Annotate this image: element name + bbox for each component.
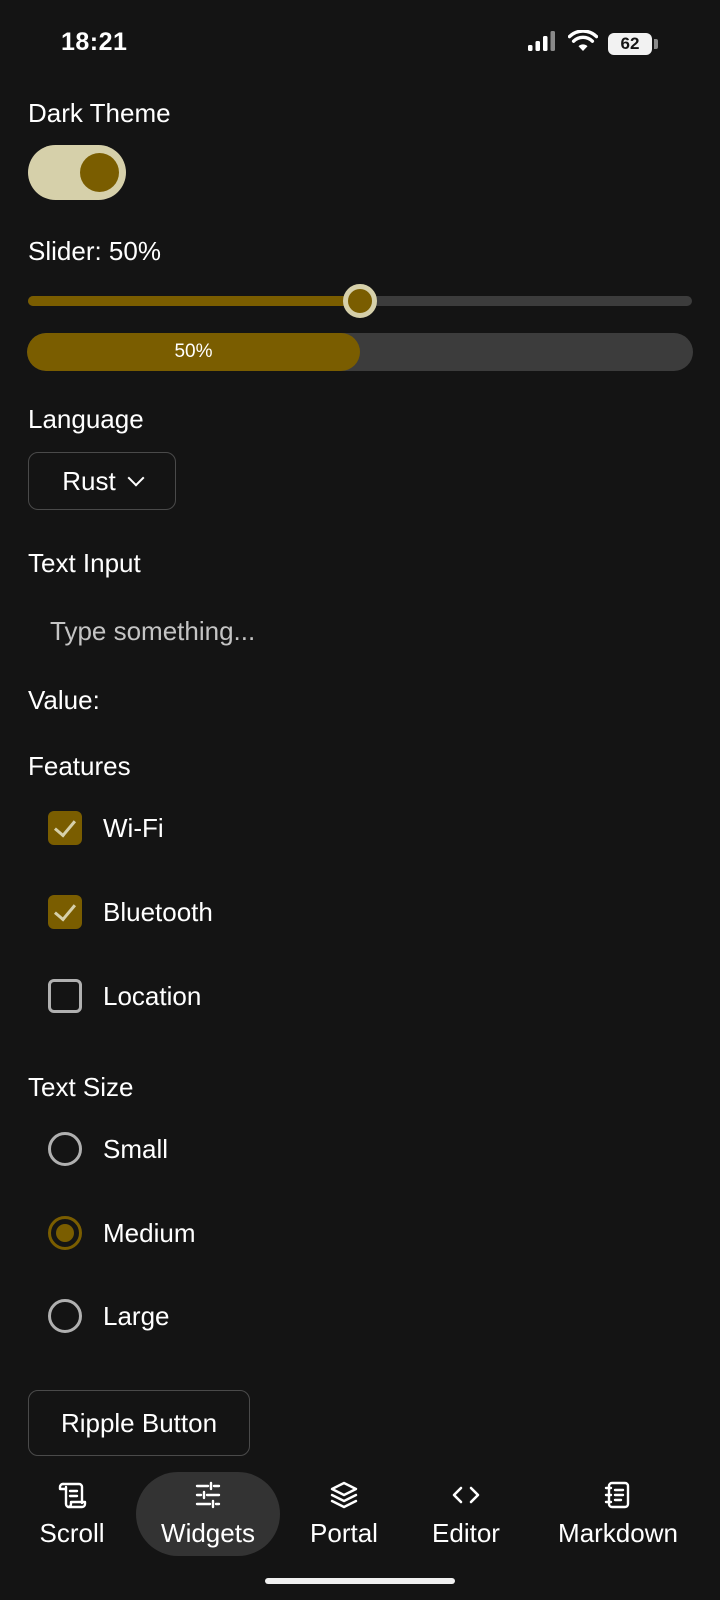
dark-theme-toggle[interactable] — [28, 145, 126, 200]
nav-label-markdown: Markdown — [558, 1517, 678, 1548]
radio-medium[interactable] — [48, 1216, 82, 1250]
text-size-small[interactable]: Small — [48, 1132, 168, 1166]
nav-item-scroll[interactable]: Scroll — [24, 1472, 120, 1556]
check-icon — [53, 897, 77, 922]
radio-small[interactable] — [48, 1132, 82, 1166]
text-size-medium[interactable]: Medium — [48, 1216, 195, 1250]
text-input-field[interactable] — [28, 606, 688, 656]
feature-label: Wi-Fi — [103, 812, 164, 843]
nav-label-scroll: Scroll — [39, 1517, 105, 1548]
chevron-down-icon — [127, 469, 145, 487]
nav-item-markdown[interactable]: Markdown — [546, 1472, 690, 1556]
nav-item-widgets[interactable]: Widgets — [136, 1472, 280, 1556]
language-dropdown[interactable]: Rust — [28, 452, 176, 510]
radio-label: Large — [103, 1300, 170, 1331]
status-time: 18:21 — [61, 28, 128, 56]
text-input-label: Text Input — [28, 548, 141, 578]
radio-large[interactable] — [48, 1299, 82, 1333]
checkbox-location[interactable] — [48, 979, 82, 1013]
feature-wifi[interactable]: Wi-Fi — [48, 811, 164, 845]
feature-location[interactable]: Location — [48, 979, 201, 1013]
slider-thumb[interactable] — [343, 284, 377, 318]
cellular-signal-icon — [528, 31, 558, 56]
sliders-icon — [193, 1480, 223, 1510]
checkbox-bluetooth[interactable] — [48, 895, 82, 929]
check-icon — [53, 813, 77, 838]
wifi-icon — [567, 29, 599, 57]
code-icon — [451, 1480, 481, 1510]
ripple-button[interactable]: Ripple Button — [28, 1390, 250, 1456]
progress-text: 50% — [174, 341, 213, 362]
toggle-knob — [80, 153, 119, 192]
nav-label-portal: Portal — [310, 1517, 378, 1548]
radio-label: Small — [103, 1133, 169, 1164]
slider-label: Slider: 50% — [28, 236, 161, 266]
progress-bar: 50% — [27, 333, 693, 371]
text-size-label: Text Size — [28, 1072, 134, 1102]
slider-fill — [28, 296, 360, 306]
nav-item-portal[interactable]: Portal — [296, 1472, 392, 1556]
text-size-large[interactable]: Large — [48, 1299, 170, 1333]
status-icons: 62 — [528, 29, 658, 57]
nav-label-editor: Editor — [432, 1517, 500, 1548]
language-selected: Rust — [62, 465, 116, 496]
radio-label: Medium — [103, 1217, 196, 1248]
home-indicator[interactable] — [265, 1578, 455, 1584]
feature-label: Bluetooth — [103, 896, 213, 927]
feature-label: Location — [103, 980, 202, 1011]
nav-label-widgets: Widgets — [161, 1517, 255, 1548]
bottom-nav: Scroll Widgets Portal Editor Markdown — [0, 1472, 720, 1572]
language-label: Language — [28, 404, 144, 434]
nav-item-editor[interactable]: Editor — [418, 1472, 514, 1556]
checkbox-wifi[interactable] — [48, 811, 82, 845]
value-label: Value: — [28, 685, 100, 715]
feature-bluetooth[interactable]: Bluetooth — [48, 895, 213, 929]
layers-icon — [329, 1480, 359, 1510]
notebook-icon — [603, 1480, 633, 1510]
battery-icon: 62 — [608, 32, 652, 55]
scroll-icon — [57, 1480, 87, 1510]
slider-track[interactable] — [28, 284, 692, 318]
dark-theme-label: Dark Theme — [28, 98, 171, 128]
features-label: Features — [28, 751, 131, 781]
radio-dot — [56, 1224, 74, 1242]
battery-tip — [654, 38, 658, 49]
